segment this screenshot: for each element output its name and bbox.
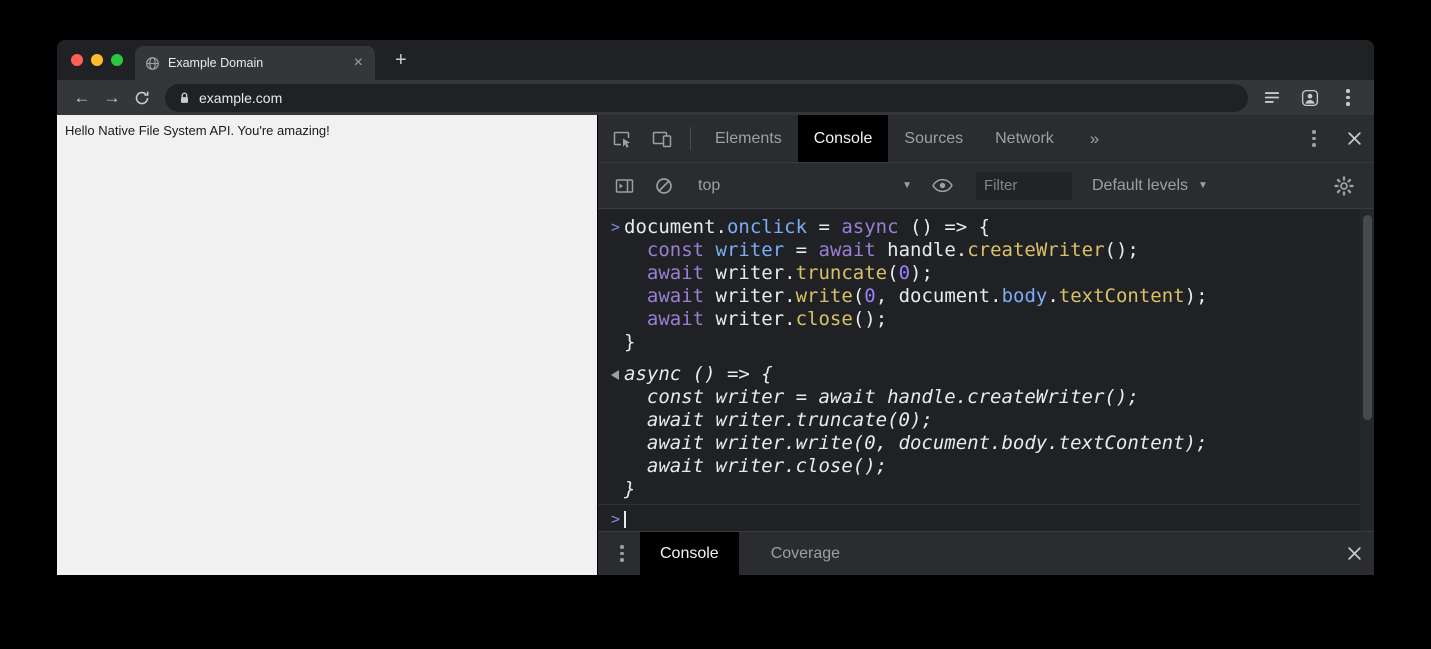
console-entry-result: async () => { const writer = await handl…: [598, 360, 1374, 504]
url-bar[interactable]: example.com: [165, 84, 1248, 112]
browser-window: Example Domain × + ← → example.com: [57, 40, 1374, 575]
execution-context-select[interactable]: top ▼: [684, 177, 922, 195]
new-tab-button[interactable]: +: [387, 47, 415, 74]
return-value-arrow-icon: [611, 370, 619, 380]
devtools-panel: ElementsConsoleSourcesNetwork »: [597, 115, 1374, 575]
log-levels-select[interactable]: Default levels ▼: [1078, 177, 1222, 195]
forward-icon[interactable]: →: [97, 84, 127, 112]
navigation-bar: ← → example.com: [57, 80, 1374, 115]
reload-icon[interactable]: [127, 84, 157, 112]
console-entry-command: >document.onclick = async () => { const …: [598, 213, 1374, 357]
tab-network[interactable]: Network: [979, 115, 1070, 162]
drawer-tab-console[interactable]: Console: [640, 532, 739, 575]
window-controls: [57, 54, 135, 66]
console-prompt[interactable]: >: [598, 504, 1374, 531]
console-messages: >document.onclick = async () => { const …: [598, 209, 1374, 531]
close-drawer-icon[interactable]: [1334, 532, 1374, 575]
console-sidebar-icon[interactable]: [604, 178, 644, 194]
prompt-chevron: >: [598, 508, 624, 531]
drawer-tabs: Console Coverage: [640, 532, 860, 575]
tab-elements[interactable]: Elements: [699, 115, 798, 162]
console-toolbar: top ▼ Default levels ▼: [598, 163, 1374, 209]
close-devtools-icon[interactable]: [1334, 115, 1374, 162]
scrollbar-thumb[interactable]: [1363, 215, 1372, 420]
minimize-window-icon[interactable]: [91, 54, 103, 66]
url-text: example.com: [199, 90, 282, 106]
profile-icon[interactable]: [1294, 84, 1326, 112]
back-icon[interactable]: ←: [67, 84, 97, 112]
browser-actions: [1256, 84, 1364, 112]
eye-icon[interactable]: [922, 178, 962, 193]
lock-icon[interactable]: [179, 91, 190, 105]
tab-title: Example Domain: [168, 56, 344, 70]
tab-sources[interactable]: Sources: [888, 115, 979, 162]
devtools-tabs: ElementsConsoleSourcesNetwork: [699, 115, 1070, 162]
chrome-menu-icon[interactable]: [1332, 84, 1364, 112]
page-content[interactable]: Hello Native File System API. You're ama…: [57, 115, 597, 575]
clear-console-icon[interactable]: [644, 177, 684, 195]
tab-strip: Example Domain × +: [57, 40, 1374, 80]
drawer-menu-icon[interactable]: [604, 532, 640, 575]
filter-input[interactable]: [976, 172, 1072, 200]
tab-console[interactable]: Console: [798, 115, 889, 162]
context-label: top: [698, 177, 720, 195]
more-tabs-icon[interactable]: »: [1070, 115, 1119, 162]
drawer-tab-coverage[interactable]: Coverage: [751, 532, 860, 575]
drawer-tab-bar: Console Coverage: [598, 531, 1374, 575]
levels-label: Default levels: [1092, 177, 1188, 195]
chevron-down-icon: ▼: [902, 180, 912, 191]
chevron-down-icon: ▼: [1198, 180, 1208, 191]
page-text: Hello Native File System API. You're ama…: [65, 123, 330, 138]
extension-lines-icon[interactable]: [1256, 84, 1288, 112]
globe-favicon-icon: [145, 56, 160, 71]
tab-close-icon[interactable]: ×: [352, 55, 365, 71]
text-cursor: [624, 511, 626, 528]
device-toolbar-icon[interactable]: [642, 115, 682, 162]
close-window-icon[interactable]: [71, 54, 83, 66]
window-content: Hello Native File System API. You're ama…: [57, 115, 1374, 575]
console-log: >document.onclick = async () => { const …: [598, 213, 1374, 504]
inspect-icon[interactable]: [602, 115, 642, 162]
scrollbar-track[interactable]: [1360, 209, 1374, 531]
more-tools-icon[interactable]: [1294, 115, 1334, 162]
zoom-window-icon[interactable]: [111, 54, 123, 66]
toolbar-divider: [690, 127, 691, 150]
settings-gear-icon[interactable]: [1324, 176, 1364, 196]
browser-tab[interactable]: Example Domain ×: [135, 46, 375, 80]
devtools-toolbar: ElementsConsoleSourcesNetwork »: [598, 115, 1374, 163]
